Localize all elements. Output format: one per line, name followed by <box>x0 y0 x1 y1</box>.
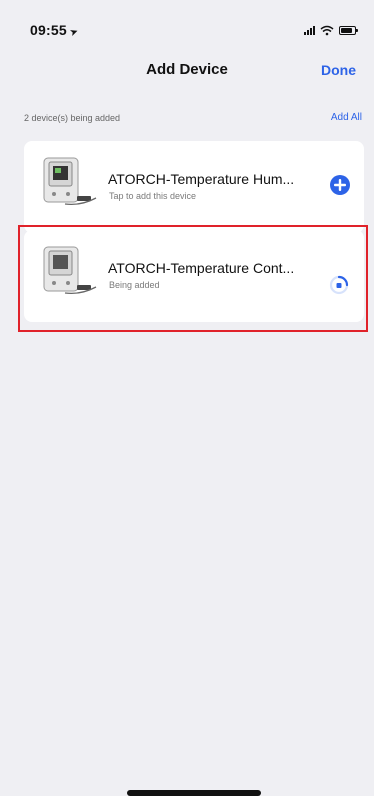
wifi-icon <box>320 25 334 35</box>
battery-icon <box>339 25 358 35</box>
status-bar: 09:55➤ <box>0 0 374 44</box>
add-circle-icon[interactable] <box>329 174 351 196</box>
navigation-bar: Add Device Done <box>0 44 374 96</box>
devices-being-added-count: 2 device(s) being added <box>24 113 121 123</box>
home-indicator[interactable] <box>127 790 261 796</box>
highlight-annotation-box <box>18 225 368 332</box>
status-time: 09:55➤ <box>30 22 81 40</box>
page-title: Add Device <box>146 61 228 78</box>
device-name: ATORCH-Temperature Hum... <box>108 171 295 187</box>
status-icons <box>304 24 358 36</box>
location-arrow-icon: ➤ <box>68 25 81 40</box>
done-button[interactable]: Done <box>321 62 356 78</box>
section-header: 2 device(s) being added Add All <box>0 110 374 130</box>
cellular-signal-icon <box>304 25 315 35</box>
add-all-button[interactable]: Add All <box>331 112 362 123</box>
device-status-text: Tap to add this device <box>109 191 197 201</box>
status-time-label: 09:55 <box>30 22 67 38</box>
device-card-temperature-humidity[interactable]: ATORCH-Temperature Hum... Tap to add thi… <box>24 141 364 233</box>
device-thumbnail-icon <box>43 157 97 206</box>
